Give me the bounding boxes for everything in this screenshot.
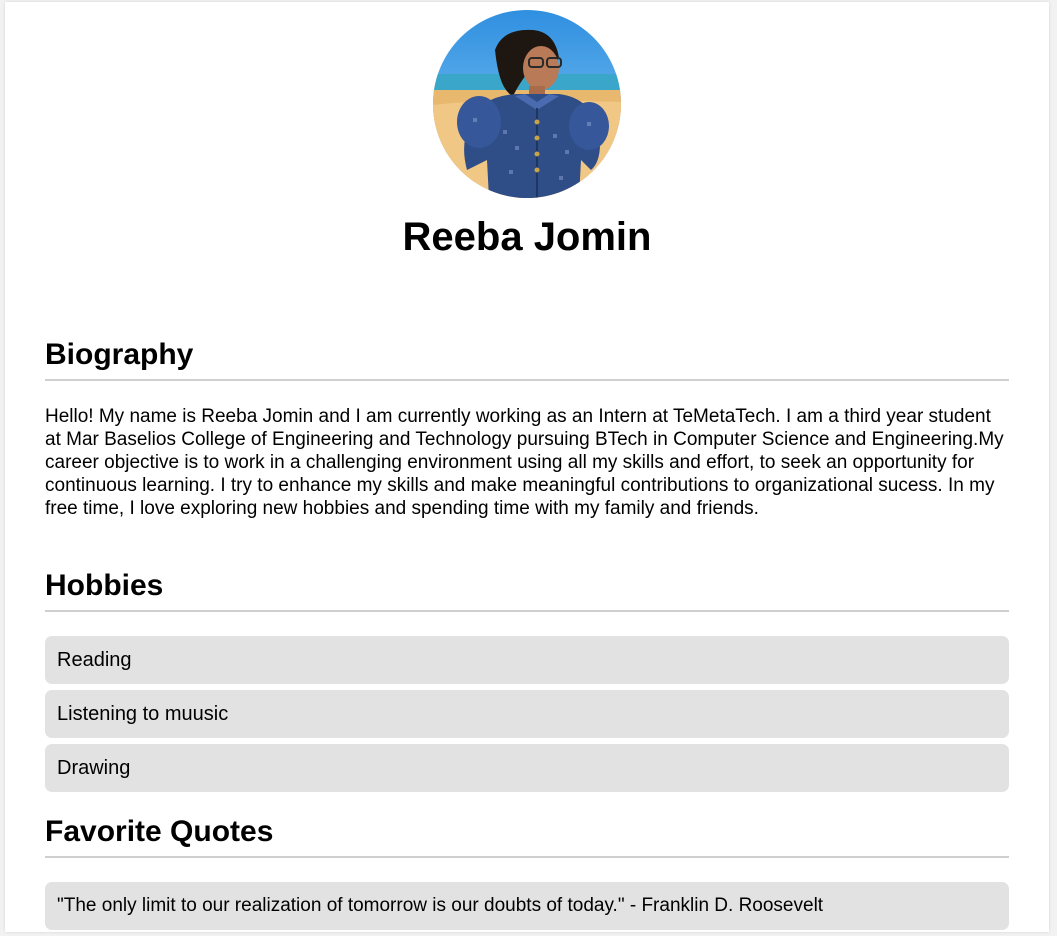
hobbies-heading: Hobbies xyxy=(45,566,1009,612)
quotes-heading: Favorite Quotes xyxy=(45,812,1009,858)
profile-page: Reeba Jomin Biography Hello! My name is … xyxy=(5,2,1049,932)
quotes-list: "The only limit to our realization of to… xyxy=(45,882,1009,930)
hobby-item-music: Listening to muusic xyxy=(45,690,1009,738)
profile-content: Biography Hello! My name is Reeba Jomin … xyxy=(45,335,1009,936)
profile-photo xyxy=(433,10,621,198)
hobby-item-drawing: Drawing xyxy=(45,744,1009,792)
hobbies-list: Reading Listening to muusic Drawing xyxy=(45,636,1009,792)
biography-heading: Biography xyxy=(45,335,1009,381)
profile-name: Reeba Jomin xyxy=(402,215,652,259)
biography-text: Hello! My name is Reeba Jomin and I am c… xyxy=(45,406,1004,519)
profile-photo-image xyxy=(433,10,621,198)
quote-item: "The only limit to our realization of to… xyxy=(45,882,1009,930)
hobby-item-reading: Reading xyxy=(45,636,1009,684)
